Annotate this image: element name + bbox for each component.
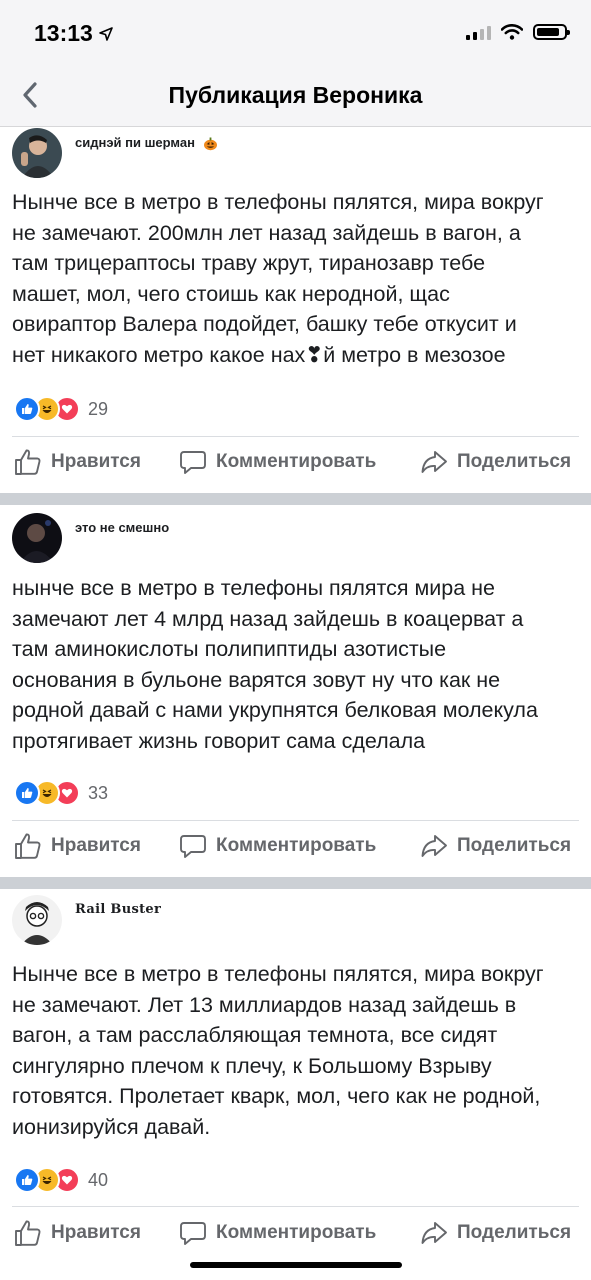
comment-label: Комментировать bbox=[216, 1222, 377, 1243]
like-button[interactable]: Нравится bbox=[14, 1219, 141, 1247]
share-label: Поделиться bbox=[457, 1222, 572, 1243]
divider bbox=[12, 820, 579, 821]
share-arrow-icon bbox=[421, 1222, 447, 1244]
status-time: 13:13 bbox=[34, 20, 113, 47]
thumbs-up-icon bbox=[15, 833, 41, 859]
status-bar: 13:13 bbox=[0, 0, 591, 66]
reactions-summary[interactable]: 33 bbox=[14, 780, 108, 806]
comment-label: Комментировать bbox=[216, 835, 377, 856]
nav-bar: Публикация Вероника bbox=[0, 66, 591, 127]
share-arrow-icon bbox=[421, 451, 447, 473]
comment-icon bbox=[180, 1222, 206, 1245]
location-arrow-icon bbox=[99, 26, 113, 41]
share-button[interactable]: Поделиться bbox=[420, 1219, 571, 1247]
post-actions: Нравится Комментировать Поделиться bbox=[0, 448, 591, 488]
comment-button[interactable]: Комментировать bbox=[179, 1219, 376, 1247]
post-author-row: это не смешно bbox=[12, 513, 169, 563]
pumpkin-icon bbox=[203, 137, 217, 151]
author-name-text: сиднэй пи шерман bbox=[75, 135, 195, 150]
cellular-signal-icon bbox=[466, 24, 491, 40]
like-reaction-icon bbox=[14, 1167, 40, 1193]
reaction-count: 29 bbox=[88, 398, 109, 419]
comment-label: Комментировать bbox=[216, 451, 377, 472]
comment-button[interactable]: Комментировать bbox=[179, 832, 376, 860]
like-label: Нравится bbox=[51, 835, 141, 856]
like-reaction-icon bbox=[14, 780, 40, 806]
reactions-summary[interactable]: 40 bbox=[14, 1167, 108, 1193]
post-actions: Нравится Комментировать Поделиться bbox=[0, 1219, 591, 1259]
share-label: Поделиться bbox=[457, 835, 572, 856]
divider bbox=[12, 1206, 579, 1207]
post-text: Нынче все в метро в телефоны пялятся, ми… bbox=[12, 962, 544, 1139]
reaction-count: 40 bbox=[88, 1169, 109, 1190]
share-arrow-icon bbox=[421, 835, 447, 857]
post-separator bbox=[0, 493, 591, 505]
divider bbox=[12, 436, 579, 437]
post-text: нынче все в метро в телефоны пялятся мир… bbox=[12, 576, 538, 753]
post-author-row: сиднэй пи шерман bbox=[12, 128, 218, 178]
share-button[interactable]: Поделиться bbox=[420, 448, 571, 476]
like-label: Нравится bbox=[51, 451, 141, 472]
comment-button[interactable]: Комментировать bbox=[179, 448, 376, 476]
author-name-text: Rail Buster bbox=[75, 902, 162, 917]
clock: 13:13 bbox=[34, 20, 93, 46]
comment-icon bbox=[180, 835, 206, 858]
post-text: Нынче все в метро в телефоны пялятся, ми… bbox=[12, 190, 544, 367]
status-icons bbox=[466, 24, 570, 40]
post-separator bbox=[0, 877, 591, 889]
thumbs-up-icon bbox=[15, 449, 41, 475]
like-button[interactable]: Нравится bbox=[14, 832, 141, 860]
page-title: Публикация Вероника bbox=[168, 82, 423, 108]
author-avatar[interactable] bbox=[12, 895, 62, 945]
like-button[interactable]: Нравится bbox=[14, 448, 141, 476]
author-name[interactable]: сиднэй пи шерман bbox=[75, 135, 218, 151]
home-indicator[interactable] bbox=[190, 1262, 402, 1268]
post-author-row: Rail Buster bbox=[12, 895, 161, 945]
share-button[interactable]: Поделиться bbox=[420, 832, 571, 860]
author-name-text: это не смешно bbox=[75, 520, 170, 535]
like-label: Нравится bbox=[51, 1222, 141, 1243]
reaction-count: 33 bbox=[88, 782, 109, 803]
share-label: Поделиться bbox=[457, 451, 572, 472]
comment-icon bbox=[180, 451, 206, 474]
thumbs-up-icon bbox=[15, 1220, 41, 1246]
author-avatar[interactable] bbox=[12, 128, 62, 178]
post-actions: Нравится Комментировать Поделиться bbox=[0, 832, 591, 872]
like-reaction-icon bbox=[14, 396, 40, 422]
author-avatar[interactable] bbox=[12, 513, 62, 563]
author-name[interactable]: это не смешно bbox=[75, 520, 169, 535]
reactions-summary[interactable]: 29 bbox=[14, 396, 108, 422]
wifi-icon bbox=[501, 24, 523, 40]
author-name[interactable]: Rail Buster bbox=[75, 902, 161, 917]
battery-icon bbox=[533, 24, 570, 40]
